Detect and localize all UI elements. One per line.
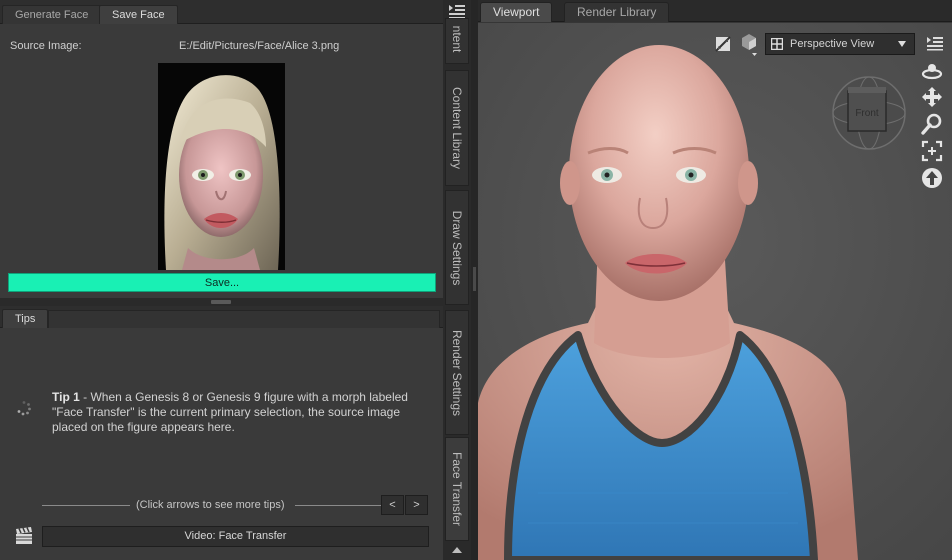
- tab-draw-settings[interactable]: Draw Settings: [445, 190, 469, 305]
- 3d-viewport[interactable]: Perspective View Front: [478, 23, 952, 560]
- viewport-menu-icon[interactable]: [926, 35, 944, 51]
- source-image-thumbnail: [158, 63, 285, 270]
- tab-label: ntent: [450, 25, 464, 53]
- scroll-up-icon[interactable]: [451, 544, 463, 556]
- view-cube-label: Front: [855, 108, 879, 119]
- shading-icon[interactable]: [738, 31, 760, 57]
- viewport-pane: Viewport Render Library Perspective View…: [478, 0, 952, 560]
- tab-label: Face Transfer: [450, 451, 464, 527]
- tips-panel: Tip 1 - When a Genesis 8 or Genesis 9 fi…: [2, 329, 440, 560]
- up-icon[interactable]: [921, 167, 943, 189]
- tab-content[interactable]: ntent: [445, 18, 469, 64]
- tab-content-library[interactable]: Content Library: [445, 70, 469, 186]
- tip-title: Tip 1: [52, 390, 80, 404]
- save-button[interactable]: Save...: [8, 273, 436, 292]
- tab-generate-face[interactable]: Generate Face: [2, 5, 102, 24]
- tab-viewport[interactable]: Viewport: [480, 2, 553, 22]
- view-cube[interactable]: Front: [830, 75, 908, 151]
- splitter-grip[interactable]: [211, 300, 231, 304]
- tab-label: Draw Settings: [450, 210, 464, 285]
- vertical-splitter[interactable]: [471, 0, 478, 560]
- tab-save-face[interactable]: Save Face: [99, 5, 178, 24]
- side-tab-strip: ntent Content Library Draw Settings Rend…: [443, 0, 471, 560]
- camera-dropdown[interactable]: Perspective View: [765, 33, 915, 55]
- camera-label: Perspective View: [790, 38, 875, 50]
- tab-label: Content Library: [450, 86, 464, 170]
- video-face-transfer-button[interactable]: Video: Face Transfer: [42, 526, 429, 547]
- save-face-panel: Source Image: E:/Edit/Pictures/Face/Alic…: [2, 27, 440, 297]
- frame-icon[interactable]: [921, 140, 943, 162]
- tab-label: Render Settings: [450, 329, 464, 416]
- tabbar-filler: [48, 310, 440, 328]
- draw-style-icon[interactable]: [715, 36, 731, 52]
- splitter-grip[interactable]: [473, 267, 476, 291]
- tab-tips[interactable]: Tips: [2, 309, 49, 328]
- orbit-icon[interactable]: [921, 60, 943, 82]
- face-tabs: Generate Face Save Face: [0, 0, 443, 24]
- tips-tabbar: Tips: [0, 306, 443, 328]
- spinner-icon: [17, 401, 31, 416]
- previous-tip-button[interactable]: <: [381, 495, 404, 515]
- tab-render-library[interactable]: Render Library: [564, 2, 670, 22]
- tip-body: - When a Genesis 8 or Genesis 9 figure w…: [52, 390, 408, 434]
- tips-hint: (Click arrows to see more tips): [136, 499, 285, 511]
- zoom-icon[interactable]: [921, 113, 943, 135]
- source-image-label: Source Image:: [10, 40, 82, 52]
- divider: [295, 505, 381, 506]
- tip-text: Tip 1 - When a Genesis 8 or Genesis 9 fi…: [52, 390, 424, 435]
- source-image-path: E:/Edit/Pictures/Face/Alice 3.png: [179, 40, 340, 52]
- tab-face-transfer[interactable]: Face Transfer: [445, 437, 469, 541]
- pan-icon[interactable]: [921, 86, 943, 108]
- clapperboard-icon: [16, 527, 32, 544]
- camera-icon: [771, 38, 783, 50]
- face-transfer-pane: Generate Face Save Face Source Image: E:…: [0, 0, 443, 560]
- viewport-tabs: Viewport Render Library: [478, 0, 952, 22]
- tab-render-settings[interactable]: Render Settings: [445, 310, 469, 435]
- horizontal-splitter[interactable]: [0, 298, 443, 306]
- divider: [42, 505, 130, 506]
- dropdown-arrow-icon: [898, 41, 906, 47]
- next-tip-button[interactable]: >: [405, 495, 428, 515]
